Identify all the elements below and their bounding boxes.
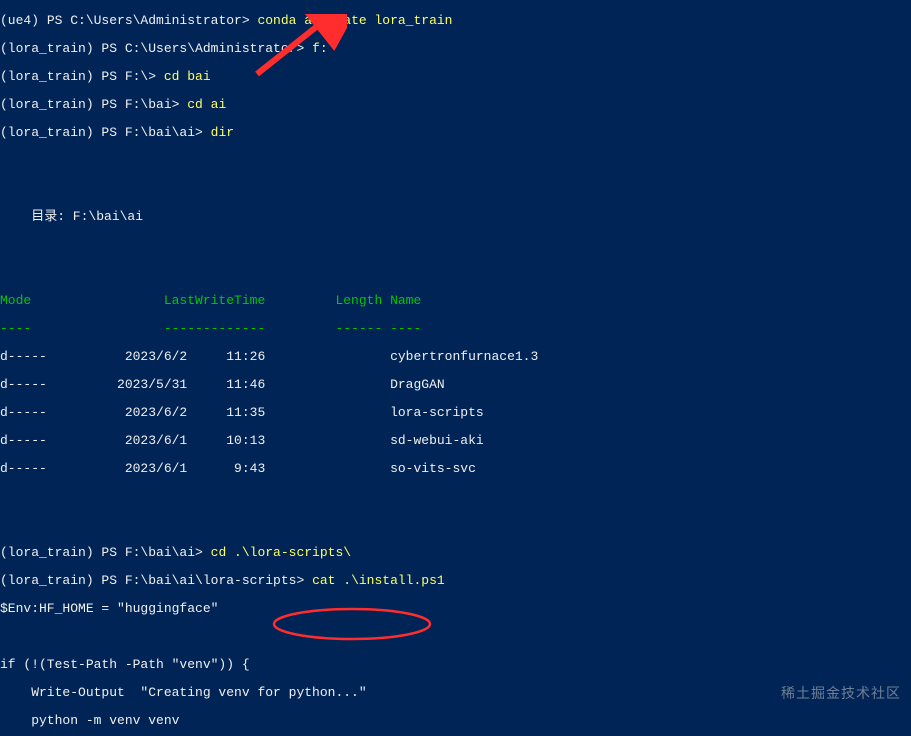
script-line: if (!(Test-Path -Path "venv")) { [0, 658, 911, 672]
env-prefix: (lora_train) [0, 69, 101, 84]
prompt-path: PS C:\Users\Administrator> [101, 41, 312, 56]
command-text: cat .\install.ps1 [312, 573, 445, 588]
env-prefix: (lora_train) [0, 41, 101, 56]
table-row: d----- 2023/6/2 11:26 cybertronfurnace1.… [0, 350, 911, 364]
script-line: python -m venv venv [0, 714, 911, 728]
command-text: cd .\lora-scripts\ [211, 545, 351, 560]
cmd-line-2: (lora_train) PS C:\Users\Administrator> … [0, 42, 911, 56]
prompt-path: PS F:\bai\ai> [101, 545, 210, 560]
script-line: $Env:HF_HOME = "huggingface" [0, 602, 911, 616]
cmd-line-5: (lora_train) PS F:\bai\ai> dir [0, 126, 911, 140]
table-row: d----- 2023/6/1 10:13 sd-webui-aki [0, 434, 911, 448]
script-line: Write-Output "Creating venv for python..… [0, 686, 911, 700]
env-prefix: (lora_train) [0, 573, 101, 588]
cmd-line-1: (ue4) PS C:\Users\Administrator> conda a… [0, 14, 911, 28]
env-prefix: (lora_train) [0, 545, 101, 560]
command-text: cd ai [187, 97, 226, 112]
prompt-path: PS F:\> [101, 69, 163, 84]
table-row: d----- 2023/6/2 11:35 lora-scripts [0, 406, 911, 420]
cmd-line-3: (lora_train) PS F:\> cd bai [0, 70, 911, 84]
cmd-line-7: (lora_train) PS F:\bai\ai\lora-scripts> … [0, 574, 911, 588]
command-text: f: [312, 41, 328, 56]
command-text: cd bai [164, 69, 211, 84]
command-text: conda activate lora_train [257, 13, 452, 28]
cmd-line-6: (lora_train) PS F:\bai\ai> cd .\lora-scr… [0, 546, 911, 560]
prompt-path: PS F:\bai\ai> [101, 125, 210, 140]
prompt-path: PS F:\bai\ai\lora-scripts> [101, 573, 312, 588]
dir-header: 目录: F:\bai\ai [0, 210, 911, 224]
prompt-path: PS C:\Users\Administrator> [47, 13, 258, 28]
env-prefix: (lora_train) [0, 97, 101, 112]
watermark-text: 稀土掘金技术社区 [781, 686, 901, 700]
table-row: d----- 2023/6/1 9:43 so-vits-svc [0, 462, 911, 476]
powershell-terminal[interactable]: (ue4) PS C:\Users\Administrator> conda a… [0, 0, 911, 736]
env-prefix: (lora_train) [0, 125, 101, 140]
table-row: d----- 2023/5/31 11:46 DragGAN [0, 378, 911, 392]
cmd-line-4: (lora_train) PS F:\bai> cd ai [0, 98, 911, 112]
env-prefix: (ue4) [0, 13, 47, 28]
table-header-row: Mode LastWriteTime Length Name [0, 294, 911, 308]
prompt-path: PS F:\bai> [101, 97, 187, 112]
table-separator-row: ---- ------------- ------ ---- [0, 322, 911, 336]
command-text: dir [211, 125, 234, 140]
